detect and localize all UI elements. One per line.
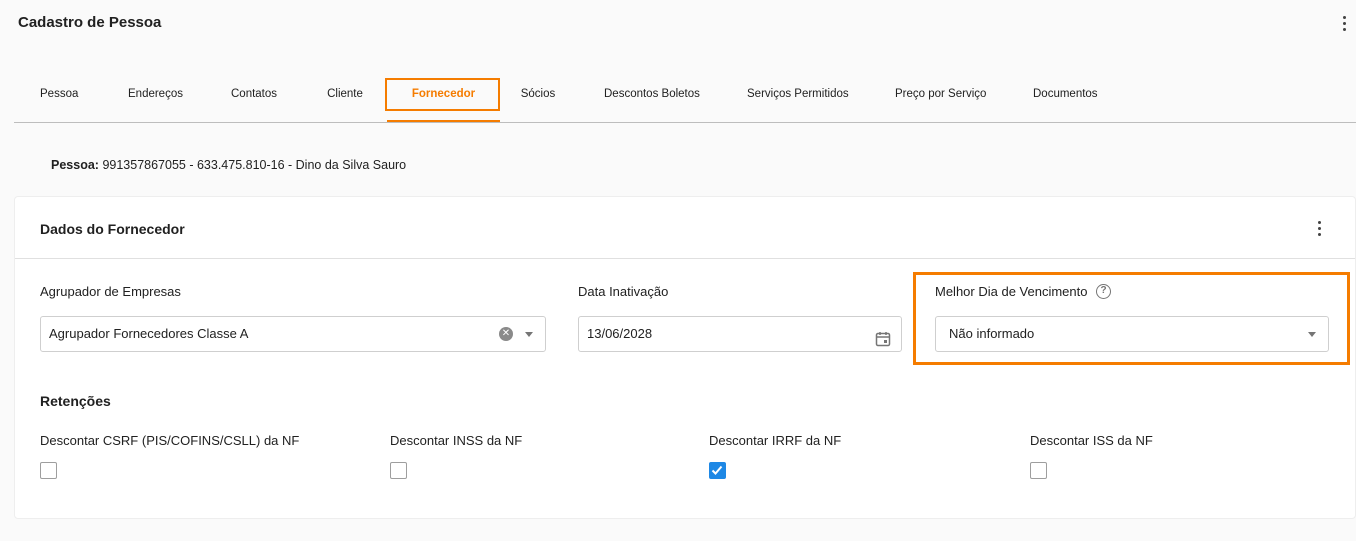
pessoa-value: 991357867055 - 633.475.810-16 - Dino da … — [102, 158, 407, 172]
clear-icon[interactable]: ✕ — [499, 327, 513, 341]
tab-fornecedor[interactable]: Fornecedor — [387, 78, 500, 122]
csrf-checkbox[interactable] — [40, 462, 57, 479]
tab-pessoa[interactable]: Pessoa — [40, 78, 78, 122]
fornecedor-card: Dados do Fornecedor Agrupador de Empresa… — [14, 196, 1356, 519]
tab-cliente[interactable]: Cliente — [327, 78, 363, 122]
page-title: Cadastro de Pessoa — [18, 14, 162, 31]
irrf-label: Descontar IRRF da NF — [709, 433, 842, 448]
melhor-dia-select[interactable]: Não informado — [935, 316, 1329, 352]
tab-documentos[interactable]: Documentos — [1033, 78, 1098, 122]
data-inativacao-value: 13/06/2028 — [587, 326, 653, 341]
csrf-label: Descontar CSRF (PIS/COFINS/CSLL) da NF — [40, 433, 300, 448]
inss-checkbox[interactable] — [390, 462, 407, 479]
tab-bar: Pessoa Endereços Contatos Cliente Fornec… — [14, 78, 1356, 123]
pessoa-label: Pessoa: — [51, 158, 99, 172]
tab-descontos-boletos[interactable]: Descontos Boletos — [604, 78, 700, 122]
check-icon — [711, 465, 723, 475]
melhor-dia-value: Não informado — [949, 326, 1035, 341]
irrf-checkbox[interactable] — [709, 462, 726, 479]
card-title: Dados do Fornecedor — [40, 221, 185, 237]
calendar-icon[interactable] — [875, 326, 891, 360]
data-inativacao-input[interactable]: 13/06/2028 — [578, 316, 902, 352]
card-header: Dados do Fornecedor — [15, 197, 1355, 259]
agrupador-value: Agrupador Fornecedores Classe A — [49, 326, 249, 341]
help-icon[interactable]: ? — [1096, 284, 1111, 299]
card-more-menu-icon[interactable] — [1311, 217, 1327, 239]
tab-servicos-permitidos[interactable]: Serviços Permitidos — [747, 78, 849, 122]
chevron-down-icon[interactable] — [1308, 332, 1316, 337]
retencoes-title: Retenções — [40, 393, 111, 409]
iss-checkbox[interactable] — [1030, 462, 1047, 479]
tab-preco-por-servico[interactable]: Preço por Serviço — [895, 78, 986, 122]
pessoa-summary: Pessoa: 991357867055 - 633.475.810-16 - … — [51, 158, 406, 172]
inss-label: Descontar INSS da NF — [390, 433, 523, 448]
tab-enderecos[interactable]: Endereços — [128, 78, 183, 122]
tab-socios[interactable]: Sócios — [520, 78, 556, 122]
agrupador-select[interactable]: Agrupador Fornecedores Classe A ✕ — [40, 316, 546, 352]
agrupador-label: Agrupador de Empresas — [40, 284, 181, 299]
chevron-down-icon[interactable] — [525, 332, 533, 337]
tab-contatos[interactable]: Contatos — [231, 78, 277, 122]
data-inativacao-label: Data Inativação — [578, 284, 669, 299]
page-more-menu-icon[interactable] — [1336, 12, 1352, 34]
iss-label: Descontar ISS da NF — [1030, 433, 1153, 448]
melhor-dia-label: Melhor Dia de Vencimento — [935, 284, 1088, 299]
